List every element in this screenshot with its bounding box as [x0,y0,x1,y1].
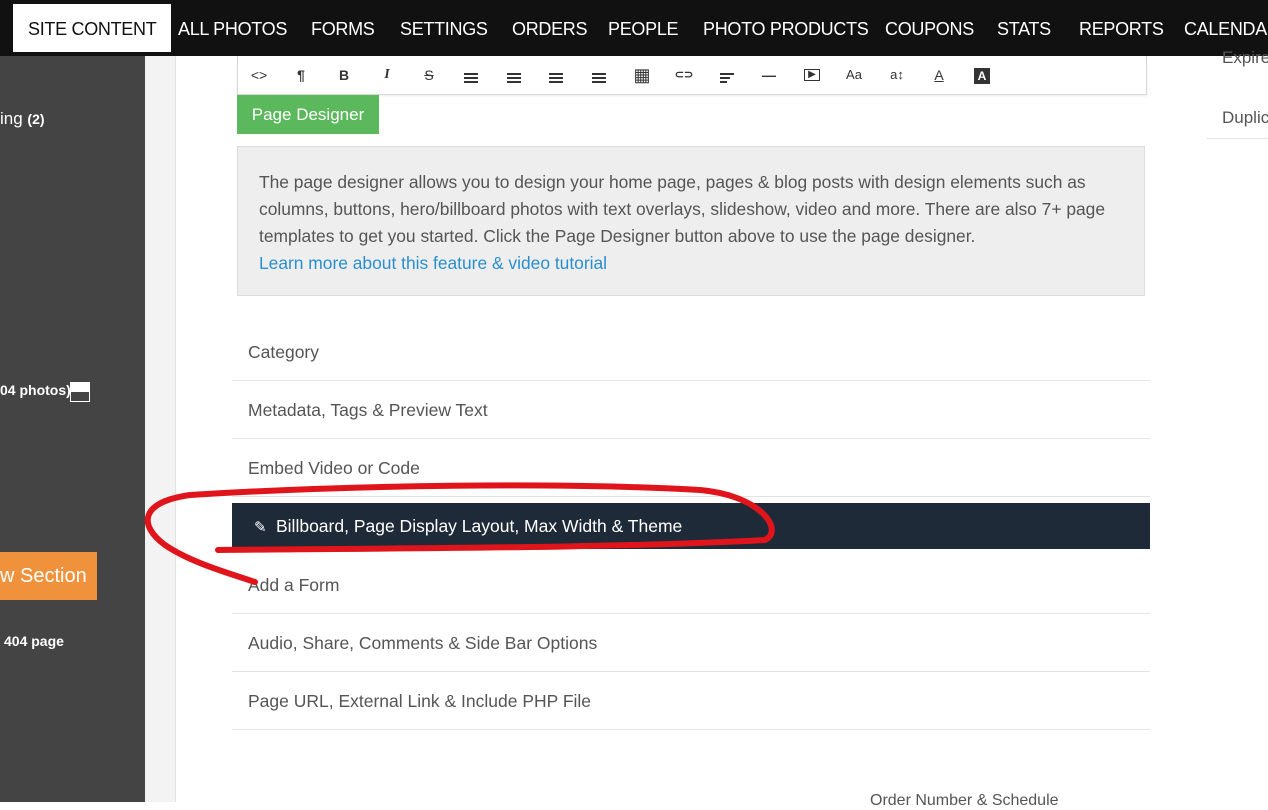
align-icon[interactable] [714,64,740,86]
outdent-icon[interactable] [543,64,569,86]
page-designer-description: The page designer allows you to design y… [259,172,1106,246]
nav-forms[interactable]: FORMS [311,0,375,56]
bold-icon[interactable]: B [331,64,357,86]
background-color-icon[interactable]: A [969,64,995,86]
nav-stats[interactable]: STATS [997,0,1051,56]
nav-all-photos[interactable]: ALL PHOTOS [178,0,287,56]
strikethrough-icon[interactable]: S [416,64,442,86]
indent-icon[interactable] [586,64,612,86]
right-item-duplicate[interactable]: Duplicate [1207,97,1268,139]
sidebar-item-count: (2) [27,111,45,127]
toggle-icon[interactable] [70,382,90,402]
pencil-icon: ✎ [254,519,267,536]
page-designer-button[interactable]: Page Designer [237,95,379,134]
editor-toolbar: <> ¶ B I S ▦ ⊂⊃ — ▶ Aa a↕ A A [237,56,1147,95]
nav-coupons[interactable]: COUPONS [885,0,974,56]
background-color-glyph: A [974,68,990,84]
code-icon[interactable]: <> [246,64,272,86]
italic-icon[interactable]: I [374,64,400,86]
section-audio-share[interactable]: Audio, Share, Comments & Side Bar Option… [232,614,1150,672]
nav-people[interactable]: PEOPLE [608,0,679,56]
add-new-section-button[interactable]: w Section [0,552,97,600]
section-billboard-layout[interactable]: ✎ Billboard, Page Display Layout, Max Wid… [232,503,1150,549]
right-item-expires[interactable]: Expires [1207,38,1268,76]
paragraph-icon[interactable]: ¶ [288,64,314,86]
video-icon[interactable]: ▶ [799,64,825,86]
content-gutter [145,56,176,802]
font-family-icon[interactable]: Aa [841,64,867,86]
nav-site-content[interactable]: SITE CONTENT [13,4,172,52]
ordered-list-icon[interactable] [501,64,527,86]
table-icon[interactable]: ▦ [629,64,655,86]
sidebar-item-404-page[interactable]: 404 page [4,633,64,649]
video-icon-glyph: ▶ [804,69,820,81]
unordered-list-icon[interactable] [458,64,484,86]
sidebar-item-photos[interactable]: 04 photos) [0,382,71,398]
nav-settings[interactable]: SETTINGS [400,0,488,56]
font-color-icon[interactable]: A [926,64,952,86]
section-category[interactable]: Category [232,323,1150,381]
nav-orders[interactable]: ORDERS [512,0,588,56]
nav-photo-products[interactable]: PHOTO PRODUCTS [703,0,869,56]
section-metadata[interactable]: Metadata, Tags & Preview Text [232,381,1150,439]
nav-reports[interactable]: REPORTS [1079,0,1164,56]
sidebar: ing (2) 04 photos) w Section 404 page [0,56,145,802]
page-designer-info: The page designer allows you to design y… [237,146,1145,296]
section-embed-video[interactable]: Embed Video or Code [232,439,1150,497]
section-billboard-label: Billboard, Page Display Layout, Max Widt… [276,516,683,536]
sidebar-item-pending[interactable]: ing (2) [0,109,45,129]
horizontal-rule-icon[interactable]: — [756,64,782,86]
font-size-icon[interactable]: a↕ [884,64,910,86]
link-icon[interactable]: ⊂⊃ [671,64,697,86]
section-add-form[interactable]: Add a Form [232,556,1150,614]
bottom-partial-text: Order Number & Schedule [870,792,1059,809]
sidebar-item-label: ing [0,109,23,128]
section-page-url[interactable]: Page URL, External Link & Include PHP Fi… [232,672,1150,730]
top-navigation: SITE CONTENT ALL PHOTOS FORMS SETTINGS O… [0,0,1268,56]
learn-more-link[interactable]: Learn more about this feature & video tu… [259,253,607,273]
